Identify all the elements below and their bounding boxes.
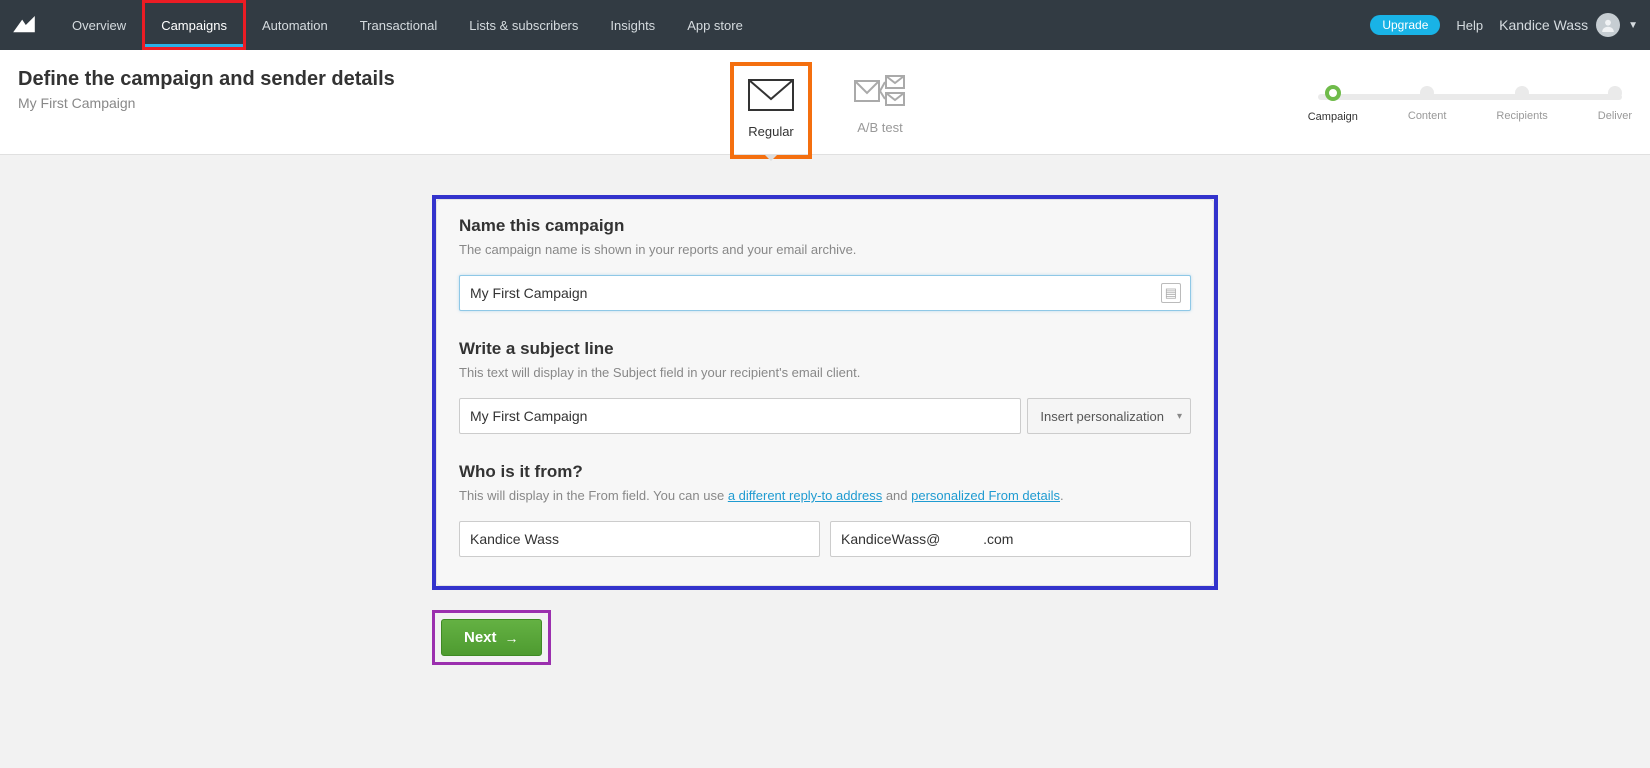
contact-card-icon: ▤ [1161,283,1181,303]
insert-personalization-button[interactable]: Insert personalization [1027,398,1191,434]
nav-item-overview[interactable]: Overview [56,0,142,50]
section-subject: Write a subject line This text will disp… [459,339,1191,434]
type-tab-label: A/B test [854,120,906,135]
reply-to-link[interactable]: a different reply-to address [728,488,882,503]
section-from: Who is it from? This will display in the… [459,462,1191,557]
nav-item-automation[interactable]: Automation [246,0,344,50]
campaign-type-tabs: Regular A/B test [730,62,920,159]
upgrade-button[interactable]: Upgrade [1370,15,1440,35]
section-desc: This text will display in the Subject fi… [459,365,1191,380]
step-label: Campaign [1308,111,1358,123]
section-desc: The campaign name is shown in your repor… [459,242,1191,257]
subject-input[interactable] [459,398,1021,434]
main-content: Name this campaign The campaign name is … [0,155,1650,705]
sub-header: Define the campaign and sender details M… [0,50,1650,155]
page-subtitle: My First Campaign [18,95,395,111]
step-dot-icon [1515,86,1529,100]
step-dot-icon [1325,85,1341,101]
step-campaign[interactable]: Campaign [1308,86,1358,123]
abtest-icon [854,70,906,112]
personalized-from-link[interactable]: personalized From details [911,488,1060,503]
next-button[interactable]: Next → [441,619,542,656]
desc-text: This will display in the From field. You… [459,488,728,503]
from-email-input[interactable] [830,521,1191,557]
section-heading: Write a subject line [459,339,1191,359]
next-highlight: Next → [432,610,551,665]
step-label: Deliver [1598,110,1632,122]
avatar-icon [1596,13,1620,37]
nav-item-insights[interactable]: Insights [594,0,671,50]
section-heading: Name this campaign [459,216,1191,236]
nav-items: Overview Campaigns Automation Transactio… [56,0,759,50]
form-highlight: Name this campaign The campaign name is … [432,195,1218,590]
type-tab-abtest[interactable]: A/B test [840,62,920,159]
step-dot-icon [1608,86,1622,100]
step-recipients[interactable]: Recipients [1496,86,1547,123]
desc-text: . [1060,488,1064,503]
arrow-right-icon: → [505,630,519,646]
top-nav: Overview Campaigns Automation Transactio… [0,0,1650,50]
nav-item-lists[interactable]: Lists & subscribers [453,0,594,50]
step-label: Content [1408,110,1447,122]
form-wrap: Name this campaign The campaign name is … [432,195,1218,665]
caret-down-icon: ▼ [1628,20,1638,31]
next-label: Next [464,629,497,646]
section-heading: Who is it from? [459,462,1191,482]
section-desc: This will display in the From field. You… [459,488,1191,503]
desc-text: and [882,488,911,503]
user-name: Kandice Wass [1499,17,1588,33]
section-name: Name this campaign The campaign name is … [459,216,1191,311]
step-deliver[interactable]: Deliver [1598,86,1632,123]
step-dot-icon [1420,86,1434,100]
nav-item-appstore[interactable]: App store [671,0,759,50]
wizard-steps: Campaign Content Recipients Deliver [1308,86,1632,123]
from-name-input[interactable] [459,521,820,557]
step-track [1318,94,1622,100]
nav-item-transactional[interactable]: Transactional [344,0,454,50]
step-content[interactable]: Content [1408,86,1447,123]
help-link[interactable]: Help [1456,18,1483,33]
campaign-name-input[interactable] [459,275,1191,311]
sub-header-left: Define the campaign and sender details M… [18,68,395,111]
type-tab-regular[interactable]: Regular [730,62,812,159]
type-tab-label: Regular [748,124,794,139]
form-card: Name this campaign The campaign name is … [436,199,1214,586]
app-logo-icon[interactable] [12,15,36,35]
nav-item-campaigns[interactable]: Campaigns [142,0,246,50]
nav-right: Upgrade Help Kandice Wass ▼ [1370,13,1638,37]
step-label: Recipients [1496,110,1547,122]
page-title: Define the campaign and sender details [18,68,395,91]
envelope-icon [748,74,794,116]
user-menu[interactable]: Kandice Wass ▼ [1499,13,1638,37]
